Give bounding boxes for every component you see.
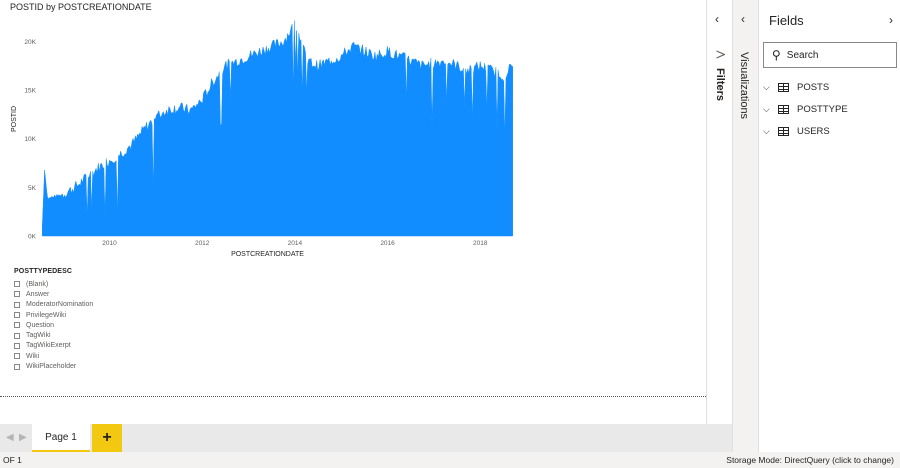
- slicer-list: (Blank) Answer ModeratorNomination Privileg…: [14, 279, 93, 372]
- y-tick-label: 0K: [28, 234, 37, 241]
- posttype-slicer: POSTTYPEDESC (Blank) Answer ModeratorNomin…: [14, 268, 93, 372]
- area-series[interactable]: [42, 20, 513, 237]
- fields-title: Fields: [769, 13, 804, 28]
- slicer-item-label: ModeratorNomination: [26, 301, 94, 309]
- search-input[interactable]: [786, 49, 883, 61]
- visualizations-pane[interactable]: ‹ Visualizations: [732, 0, 758, 452]
- slicer-item-label: Answer: [26, 290, 50, 298]
- report-canvas: POSTID by POSTCREATIONDATE 0K 5K 10K 15K 20K…: [0, 0, 706, 424]
- fields-search[interactable]: ⚲: [763, 42, 897, 68]
- slicer-item-label: TagWikiExerpt: [26, 342, 71, 350]
- x-axis-title: POSTCREATIONDATE: [231, 251, 304, 258]
- chevron-right-icon[interactable]: ›: [889, 13, 893, 27]
- x-tick-label: 2010: [102, 240, 117, 247]
- storage-mode-link[interactable]: Storage Mode: DirectQuery (click to chan…: [726, 455, 894, 465]
- add-page-button[interactable]: +: [92, 424, 122, 452]
- page-tabs-bar: ◀ ▶ Page 1 +: [0, 424, 732, 452]
- chevron-down-icon[interactable]: ⌵: [763, 82, 775, 93]
- slicer-item[interactable]: (Blank): [14, 279, 93, 289]
- area-chart[interactable]: 0K 5K 10K 15K 20K 2010 2012 2014 2016 2018 POSTCRE…: [0, 12, 540, 262]
- checkbox[interactable]: [14, 281, 20, 288]
- checkbox[interactable]: [14, 322, 20, 329]
- field-table-posttype[interactable]: ⌵ POSTTYPE: [763, 104, 848, 115]
- search-icon: ⚲: [772, 48, 781, 62]
- field-table-users[interactable]: ⌵ USERS: [763, 126, 830, 137]
- slicer-item[interactable]: TagWiki: [14, 330, 93, 340]
- y-tick-label: 5K: [28, 185, 37, 192]
- y-tick-label: 15K: [24, 88, 36, 95]
- page-indicator: OF 1: [3, 455, 22, 465]
- slicer-item[interactable]: TagWikiExerpt: [14, 341, 93, 351]
- slicer-item[interactable]: WikiPlaceholder: [14, 361, 93, 371]
- slicer-item-label: Question: [26, 321, 55, 329]
- slicer-item[interactable]: ModeratorNomination: [14, 300, 93, 310]
- status-bar: OF 1 Storage Mode: DirectQuery (click to…: [0, 452, 900, 468]
- chevron-left-icon[interactable]: ‹: [741, 12, 745, 26]
- table-icon: [778, 105, 789, 114]
- checkbox[interactable]: [14, 291, 20, 298]
- filters-label[interactable]: Filters: [714, 68, 726, 101]
- slicer-item-label: PrivilegeWiki: [26, 311, 67, 319]
- fields-pane: Fields › ⚲ ⌵ POSTS ⌵ POSTTYPE ⌵ USERS: [758, 0, 900, 452]
- filter-icon: [716, 50, 726, 61]
- checkbox[interactable]: [14, 342, 20, 349]
- x-tick-label: 2018: [473, 240, 488, 247]
- field-table-posts[interactable]: ⌵ POSTS: [763, 82, 829, 93]
- chevron-down-icon[interactable]: ⌵: [763, 126, 775, 137]
- checkbox[interactable]: [14, 363, 20, 370]
- visual-title: POSTID by POSTCREATIONDATE: [10, 2, 152, 12]
- x-tick-label: 2012: [195, 240, 210, 247]
- slicer-item[interactable]: Answer: [14, 289, 93, 299]
- table-icon: [778, 127, 789, 136]
- y-axis-title: POSTID: [11, 106, 18, 132]
- checkbox[interactable]: [14, 353, 20, 360]
- slicer-item[interactable]: Wiki: [14, 351, 93, 361]
- filters-pane[interactable]: ‹ Filters: [706, 0, 732, 424]
- canvas-boundary: [0, 396, 706, 397]
- table-label: POSTTYPE: [797, 104, 848, 115]
- y-tick-label: 20K: [24, 39, 36, 46]
- slicer-item-label: Wiki: [26, 352, 40, 360]
- x-tick-label: 2016: [380, 240, 395, 247]
- tab-page-1[interactable]: Page 1: [32, 424, 90, 452]
- checkbox[interactable]: [14, 312, 20, 319]
- chevron-down-icon[interactable]: ⌵: [763, 104, 775, 115]
- checkbox[interactable]: [14, 332, 20, 339]
- slicer-item-label: WikiPlaceholder: [26, 363, 77, 371]
- slicer-item[interactable]: PrivilegeWiki: [14, 310, 93, 320]
- slicer-item-label: (Blank): [26, 280, 49, 288]
- slicer-item-label: TagWiki: [26, 332, 51, 340]
- y-tick-label: 10K: [24, 136, 36, 143]
- x-tick-label: 2014: [288, 240, 303, 247]
- slicer-item[interactable]: Question: [14, 320, 93, 330]
- visualizations-label[interactable]: Visualizations: [738, 52, 750, 119]
- table-label: POSTS: [797, 82, 830, 93]
- table-icon: [778, 83, 789, 92]
- prev-page-icon[interactable]: ◀: [6, 432, 14, 443]
- powerbi-window: POSTID by POSTCREATIONDATE 0K 5K 10K 15K 20K…: [0, 0, 900, 468]
- checkbox[interactable]: [14, 301, 20, 308]
- slicer-title: POSTTYPEDESC: [14, 268, 72, 275]
- chevron-left-icon[interactable]: ‹: [715, 12, 719, 26]
- table-label: USERS: [797, 126, 830, 137]
- next-page-icon[interactable]: ▶: [19, 432, 27, 443]
